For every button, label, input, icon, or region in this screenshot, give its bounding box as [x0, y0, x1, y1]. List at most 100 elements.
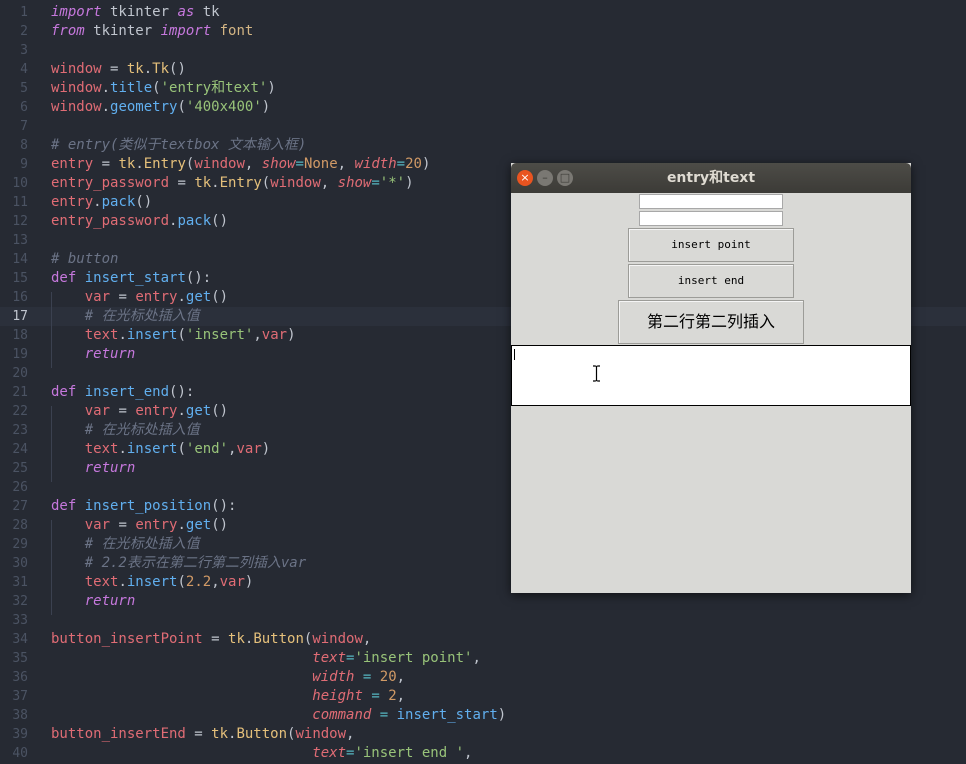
line-number: 21	[12, 385, 28, 400]
code-text: # 在光标处插入值	[84, 308, 200, 324]
code-text: width = 20,	[312, 669, 406, 685]
entry-field[interactable]	[639, 194, 783, 209]
line-number: 10	[12, 176, 28, 191]
code-text: from tkinter import font	[51, 23, 254, 39]
line-number: 23	[12, 423, 28, 438]
insert-position-button[interactable]: 第二行第二列插入	[618, 300, 804, 344]
text-area[interactable]	[511, 345, 911, 406]
line-number: 24	[12, 442, 28, 457]
code-text: def insert_end():	[51, 384, 195, 400]
line-number: 12	[12, 214, 28, 229]
line-number: 6	[20, 100, 28, 115]
line-number: 39	[12, 727, 28, 742]
code-text: entry.pack()	[51, 194, 153, 210]
code-text: def insert_start():	[51, 270, 212, 286]
code-text: text.insert('end',var)	[84, 441, 271, 457]
line-number: 36	[12, 670, 28, 685]
code-line[interactable]: 35 text='insert point',	[0, 649, 966, 668]
line-number: 14	[12, 252, 28, 267]
tk-window: × – □ entry和text insert point insert end…	[511, 163, 911, 593]
code-text: # button	[51, 251, 119, 267]
code-line[interactable]: 33	[0, 611, 966, 630]
indent-guide	[51, 520, 52, 615]
code-text: entry_password = tk.Entry(window, show='…	[51, 175, 414, 191]
code-text: var = entry.get()	[84, 517, 229, 533]
line-number: 34	[12, 632, 28, 647]
code-text: height = 2,	[312, 688, 406, 704]
line-number: 31	[12, 575, 28, 590]
code-line[interactable]: 8 # entry(类似于textbox 文本输入框)	[0, 136, 966, 155]
line-number: 20	[12, 366, 28, 381]
code-line[interactable]: 36 width = 20,	[0, 668, 966, 687]
code-text: # entry(类似于textbox 文本输入框)	[51, 137, 307, 153]
line-number: 26	[12, 480, 28, 495]
code-text: entry = tk.Entry(window, show=None, widt…	[51, 156, 431, 172]
line-number: 9	[20, 157, 28, 172]
line-number: 1	[20, 5, 28, 20]
code-text: var = entry.get()	[84, 289, 229, 305]
code-text: def insert_position():	[51, 498, 237, 514]
line-number: 22	[12, 404, 28, 419]
code-line[interactable]: 5 window.title('entry和text')	[0, 79, 966, 98]
line-number: 2	[20, 24, 28, 39]
indent-guide	[51, 406, 52, 482]
code-text: var = entry.get()	[84, 403, 229, 419]
line-number: 4	[20, 62, 28, 77]
line-number: 15	[12, 271, 28, 286]
line-number: 3	[20, 43, 28, 58]
code-line[interactable]: 7	[0, 117, 966, 136]
code-text: command = insert_start)	[312, 707, 507, 723]
line-number: 28	[12, 518, 28, 533]
insert-end-button[interactable]: insert end	[628, 264, 794, 298]
insert-point-button[interactable]: insert point	[628, 228, 794, 262]
code-text: text.insert(2.2,var)	[84, 574, 254, 590]
window-title: entry和text	[666, 170, 756, 186]
code-text: # 在光标处插入值	[84, 536, 200, 552]
window-titlebar[interactable]: × – □ entry和text	[511, 163, 911, 193]
code-text: import tkinter as tk	[51, 4, 220, 20]
code-line[interactable]: 38 command = insert_start)	[0, 706, 966, 725]
line-number: 27	[12, 499, 28, 514]
code-line[interactable]: 32 return	[0, 592, 966, 611]
line-number: 38	[12, 708, 28, 723]
line-number: 18	[12, 328, 28, 343]
line-number: 11	[12, 195, 28, 210]
ibeam-cursor-icon	[593, 365, 600, 382]
code-text: return	[84, 593, 136, 609]
code-line[interactable]: 40 text='insert end ',	[0, 744, 966, 763]
line-number: 33	[12, 613, 28, 628]
code-text: text='insert point',	[312, 650, 481, 666]
code-line[interactable]: 37 height = 2,	[0, 687, 966, 706]
code-line[interactable]: 4 window = tk.Tk()	[0, 60, 966, 79]
code-line[interactable]: 1 import tkinter as tk	[0, 3, 966, 22]
indent-guide	[51, 292, 52, 368]
code-line[interactable]: 3	[0, 41, 966, 60]
code-line[interactable]: 34 button_insertPoint = tk.Button(window,	[0, 630, 966, 649]
text-caret	[514, 349, 515, 360]
line-number: 37	[12, 689, 28, 704]
line-number: 32	[12, 594, 28, 609]
line-number: 35	[12, 651, 28, 666]
code-line[interactable]: 2 from tkinter import font	[0, 22, 966, 41]
line-number: 25	[12, 461, 28, 476]
code-text: button_insertEnd = tk.Button(window,	[51, 726, 355, 742]
line-number: 7	[20, 119, 28, 134]
line-number: 16	[12, 290, 28, 305]
code-text: entry_password.pack()	[51, 213, 229, 229]
code-text: return	[84, 460, 136, 476]
line-number: 5	[20, 81, 28, 96]
code-text: button_insertPoint = tk.Button(window,	[51, 631, 372, 647]
line-number: 17	[12, 309, 28, 324]
line-number: 40	[12, 746, 28, 761]
code-text: return	[84, 346, 136, 362]
code-text: window = tk.Tk()	[51, 61, 186, 77]
code-line[interactable]: 39 button_insertEnd = tk.Button(window,	[0, 725, 966, 744]
code-line[interactable]: 6 window.geometry('400x400')	[0, 98, 966, 117]
line-number: 29	[12, 537, 28, 552]
code-text: text='insert end ',	[312, 745, 473, 761]
code-text: text.insert('insert',var)	[84, 327, 296, 343]
code-text: # 在光标处插入值	[84, 422, 200, 438]
password-field[interactable]	[639, 211, 783, 226]
line-number: 30	[12, 556, 28, 571]
code-text: window.title('entry和text')	[51, 80, 276, 96]
